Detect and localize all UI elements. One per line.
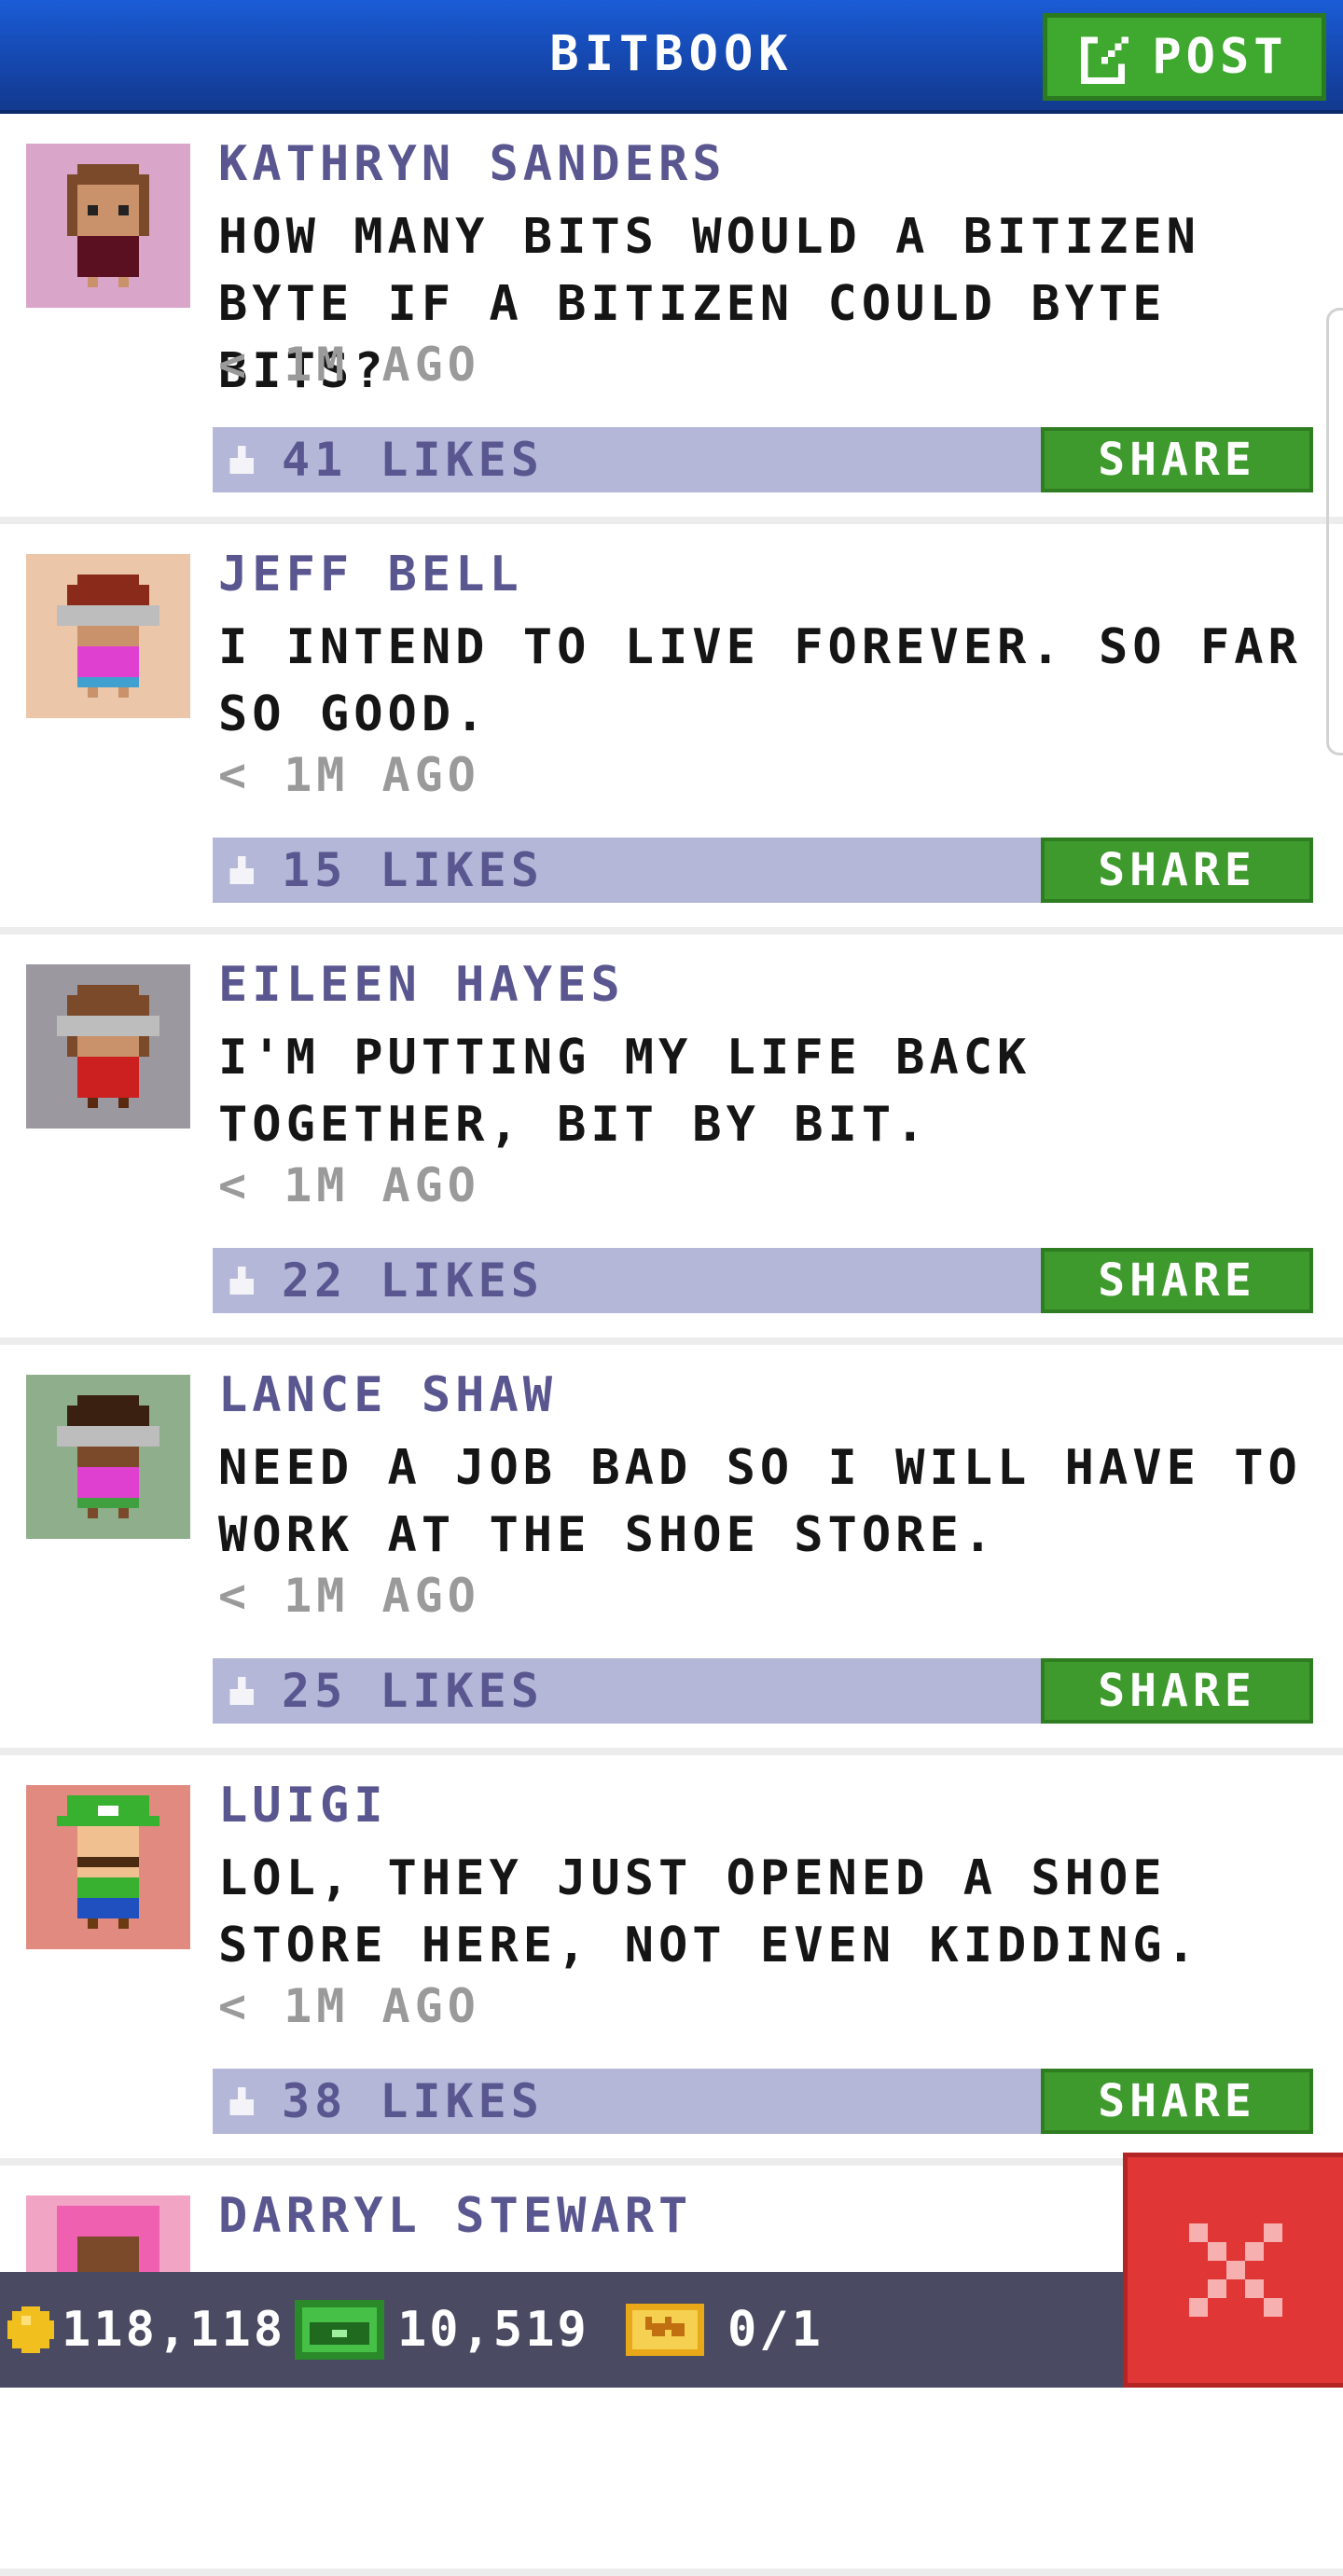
likes-bar: 15 LIKES SHARE bbox=[213, 838, 1313, 903]
close-icon bbox=[1188, 2223, 1282, 2317]
avatar bbox=[26, 964, 190, 1129]
post-item: LANCE SHAW NEED A JOB BAD SO I WILL HAVE… bbox=[0, 1345, 1343, 1755]
avatar bbox=[26, 1785, 190, 1949]
post-item: JEFF BELL I INTEND TO LIVE FOREVER. SO F… bbox=[0, 524, 1343, 935]
edit-icon bbox=[1081, 33, 1136, 84]
coins-counter: 118,118 bbox=[7, 2272, 285, 2388]
post-author: LANCE SHAW bbox=[218, 1367, 558, 1423]
post-author: EILEEN HAYES bbox=[218, 957, 625, 1013]
share-button[interactable]: SHARE bbox=[1041, 1248, 1313, 1313]
post-author: LUIGI bbox=[218, 1778, 388, 1834]
post-timestamp: < 1M AGO bbox=[218, 748, 480, 802]
share-button[interactable]: SHARE bbox=[1041, 2069, 1313, 2134]
vip-ticket-icon bbox=[626, 2304, 704, 2356]
post-timestamp: < 1M AGO bbox=[218, 1979, 480, 2033]
post-item: LUIGI LOL, THEY JUST OPENED A SHOE STORE… bbox=[0, 1755, 1343, 2166]
coins-value: 118,118 bbox=[62, 2302, 286, 2358]
likes-count: 15 LIKES bbox=[282, 843, 544, 897]
post-item: KATHRYN SANDERS HOW MANY BITS WOULD A BI… bbox=[0, 114, 1343, 524]
post-text: I'M PUTTING MY LIFE BACK TOGETHER, BIT B… bbox=[218, 1030, 1031, 1153]
bux-value: 10,519 bbox=[397, 2302, 589, 2358]
post-button-label: POST bbox=[1152, 29, 1288, 85]
post-author: KATHRYN SANDERS bbox=[218, 136, 727, 192]
post-timestamp: < 1M AGO bbox=[218, 1569, 480, 1623]
likes-count: 25 LIKES bbox=[282, 1664, 544, 1718]
share-button[interactable]: SHARE bbox=[1041, 427, 1313, 492]
avatar bbox=[26, 1375, 190, 1539]
share-button[interactable]: SHARE bbox=[1041, 1658, 1313, 1724]
likes-count: 41 LIKES bbox=[282, 433, 544, 487]
tickets-counter: 0/1 bbox=[623, 2272, 824, 2388]
likes-bar: 25 LIKES SHARE bbox=[213, 1658, 1313, 1724]
close-button[interactable] bbox=[1123, 2153, 1343, 2388]
post-text: NEED A JOB BAD SO I WILL HAVE TO WORK AT… bbox=[218, 1440, 1302, 1563]
likes-bar: 38 LIKES SHARE bbox=[213, 2069, 1313, 2134]
like-icon bbox=[229, 1677, 254, 1705]
share-button[interactable]: SHARE bbox=[1041, 838, 1313, 903]
post-button[interactable]: POST bbox=[1043, 13, 1326, 101]
likes-bar: 41 LIKES SHARE bbox=[213, 427, 1313, 492]
post-timestamp: < 1M AGO bbox=[218, 338, 480, 392]
post-text: I INTEND TO LIVE FOREVER. SO FAR SO GOOD… bbox=[218, 619, 1302, 742]
avatar bbox=[26, 144, 190, 308]
post-author: DARRYL STEWART bbox=[218, 2188, 693, 2244]
header-bar: BITBOOK POST bbox=[0, 0, 1343, 114]
like-icon bbox=[229, 1267, 254, 1295]
scroll-indicator[interactable] bbox=[1326, 308, 1343, 755]
likes-count: 38 LIKES bbox=[282, 2074, 544, 2128]
coin-icon bbox=[7, 2306, 54, 2353]
tickets-value: 0/1 bbox=[727, 2302, 824, 2358]
post-text: LOL, THEY JUST OPENED A SHOE STORE HERE,… bbox=[218, 1850, 1200, 1974]
like-icon bbox=[229, 2087, 254, 2115]
likes-count: 22 LIKES bbox=[282, 1253, 544, 1308]
bux-counter: 10,519 bbox=[295, 2272, 589, 2388]
post-timestamp: < 1M AGO bbox=[218, 1158, 480, 1212]
bitbux-icon bbox=[295, 2300, 384, 2360]
post-author: JEFF BELL bbox=[218, 547, 523, 602]
like-icon bbox=[229, 446, 254, 474]
like-icon bbox=[229, 856, 254, 884]
likes-bar: 22 LIKES SHARE bbox=[213, 1248, 1313, 1313]
post-item: EILEEN HAYES I'M PUTTING MY LIFE BACK TO… bbox=[0, 935, 1343, 1345]
avatar bbox=[26, 554, 190, 718]
